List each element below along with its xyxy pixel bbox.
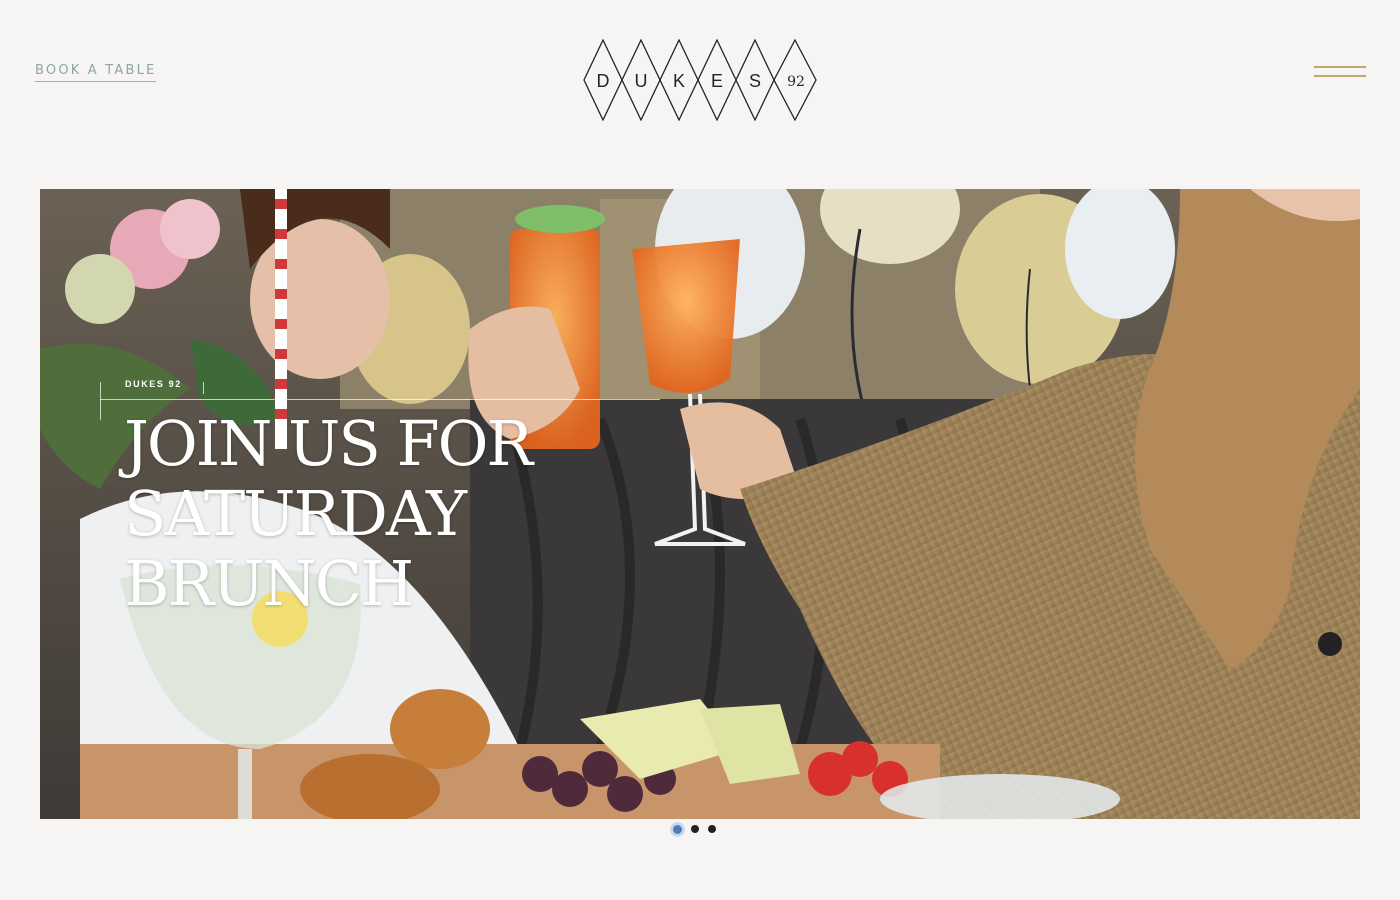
hero-headline: JOIN US FOR SATURDAY BRUNCH [124, 409, 644, 619]
hero-eyebrow: DUKES 92 [125, 379, 182, 389]
carousel-pagination [673, 823, 716, 835]
logo-letter-k: K [673, 71, 685, 91]
logo-letter-s: S [749, 71, 761, 91]
headline-line-1: JOIN US FOR [124, 407, 533, 480]
carousel-dot-3[interactable] [708, 825, 716, 833]
dukes-92-logo[interactable]: D U K E S 92 [583, 39, 819, 121]
menu-line-bottom [1314, 75, 1366, 77]
headline-line-2: SATURDAY [124, 477, 467, 550]
headline-line-3: BRUNCH [124, 547, 414, 620]
logo-number-92: 92 [787, 74, 805, 90]
menu-line-top [1314, 66, 1366, 68]
logo-letter-e: E [711, 71, 723, 91]
site-header: BOOK A TABLE D U K E S 92 [0, 0, 1400, 160]
hero-slider[interactable]: DUKES 92 JOIN US FOR SATURDAY BRUNCH [40, 189, 1360, 819]
caption-frame-horizontal [100, 399, 660, 400]
caption-frame-vertical [100, 382, 101, 420]
caption-frame-tick [203, 382, 204, 394]
logo-letter-u: U [635, 71, 648, 91]
hamburger-menu-icon[interactable] [1314, 66, 1366, 82]
book-a-table-link[interactable]: BOOK A TABLE [35, 63, 157, 82]
carousel-dot-1[interactable] [673, 824, 682, 834]
carousel-dot-2[interactable] [691, 825, 699, 833]
logo-letter-d: D [597, 71, 610, 91]
